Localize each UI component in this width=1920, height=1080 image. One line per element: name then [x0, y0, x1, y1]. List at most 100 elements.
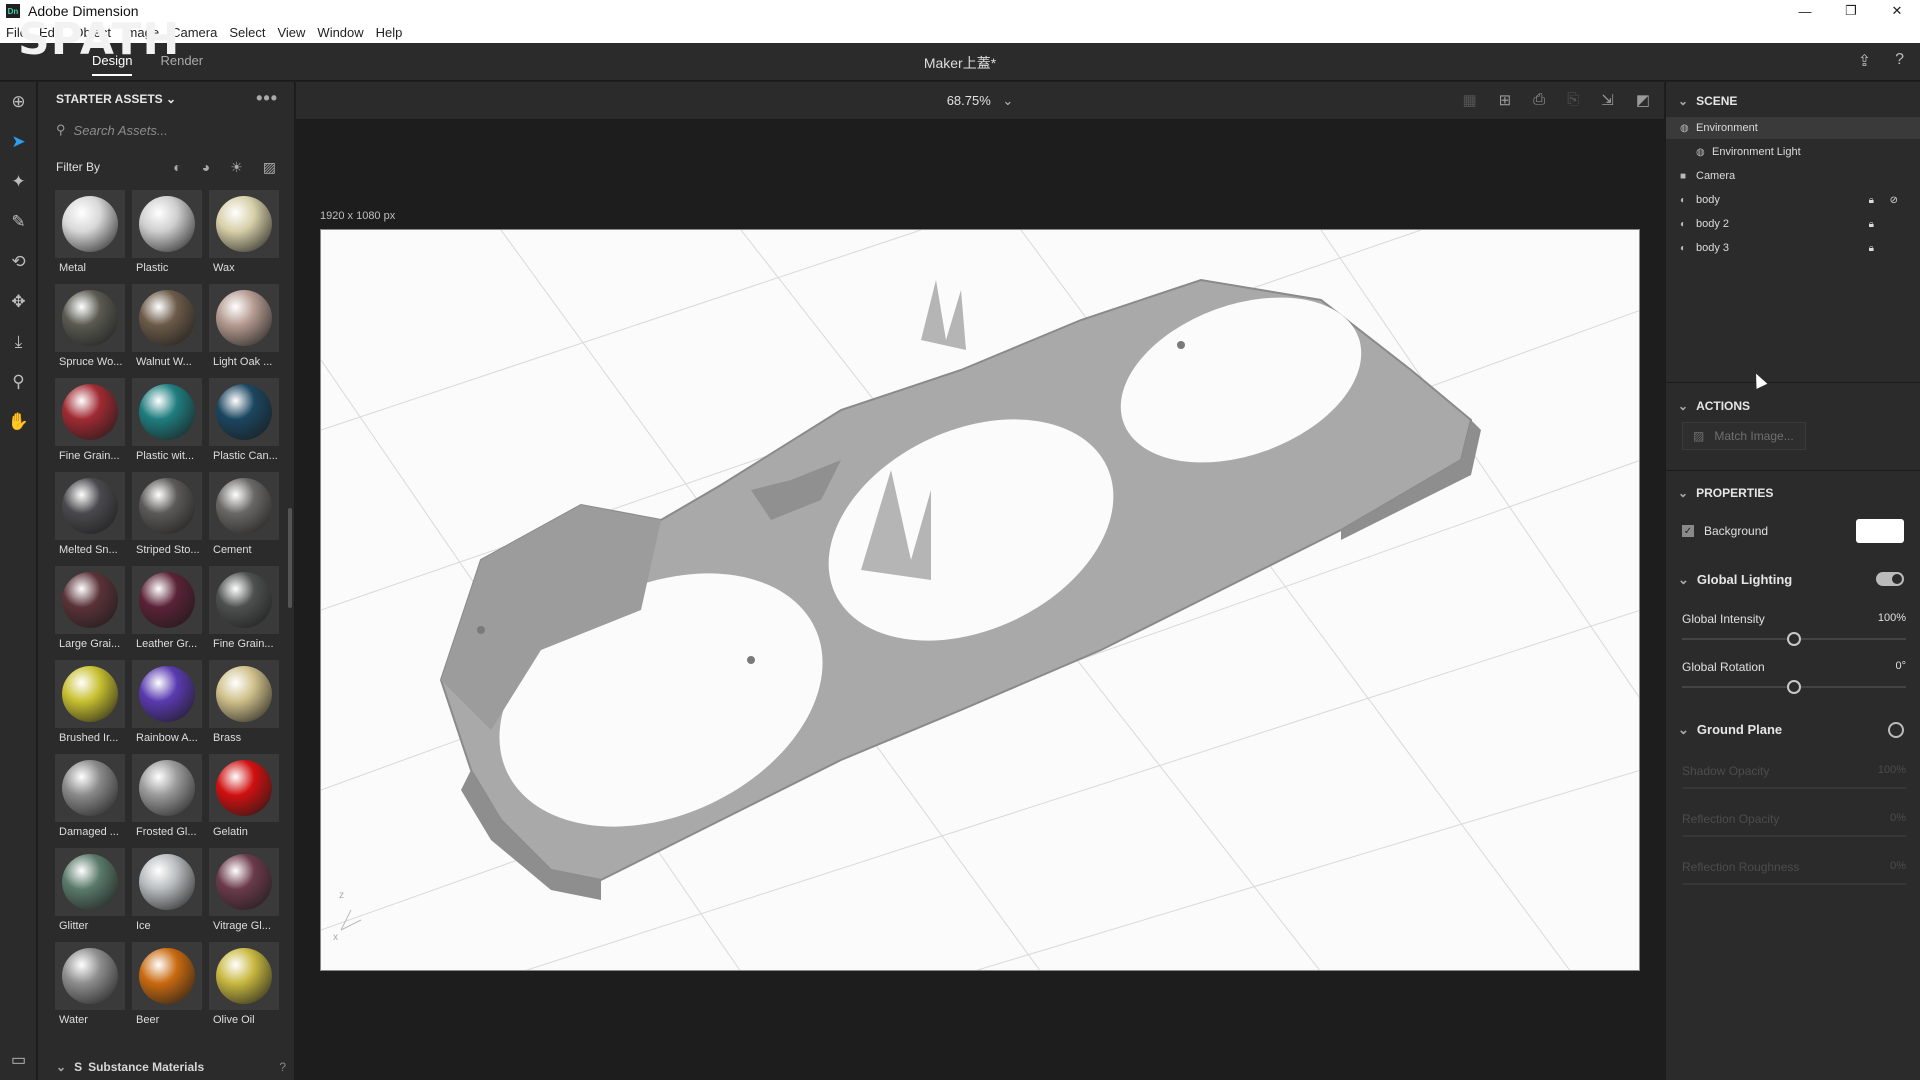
- material-tile[interactable]: Gelatin: [209, 754, 279, 848]
- filter-models-icon[interactable]: ◐: [173, 159, 181, 176]
- scene-item-body[interactable]: ◐ body 🔒︎ ⊘: [1680, 194, 1910, 206]
- material-tile[interactable]: Brass: [209, 660, 279, 754]
- scene-section-header[interactable]: ⌄ SCENE: [1678, 94, 1737, 108]
- slider-knob[interactable]: [1787, 680, 1801, 694]
- filter-images-icon[interactable]: ▨: [263, 159, 276, 176]
- material-tile[interactable]: Olive Oil: [209, 942, 279, 1036]
- global-lighting-header[interactable]: ⌄ Global Lighting: [1678, 572, 1792, 588]
- material-tile[interactable]: Rainbow A...: [132, 660, 202, 754]
- zoom-control[interactable]: 68.75% ⌄: [296, 93, 1664, 109]
- material-tile[interactable]: Cement: [209, 472, 279, 566]
- help-icon[interactable]: ?: [279, 1060, 286, 1074]
- render-preview-icon[interactable]: ◩: [1636, 91, 1650, 109]
- background-checkbox[interactable]: ✓: [1682, 525, 1694, 537]
- ground-plane-header[interactable]: ⌄ Ground Plane: [1678, 722, 1782, 738]
- scene-item-body-2[interactable]: ◐ body 2 🔒︎: [1680, 218, 1910, 230]
- material-label: Damaged ...: [59, 826, 119, 838]
- global-lighting-toggle[interactable]: [1876, 572, 1904, 586]
- move-icon[interactable]: ✥: [0, 282, 37, 322]
- material-label: Frosted Gl...: [136, 826, 197, 838]
- magic-wand-icon[interactable]: ✦: [0, 162, 37, 202]
- global-rotation-slider[interactable]: [1682, 680, 1906, 694]
- material-tile[interactable]: Leather Gr...: [132, 566, 202, 660]
- lock-icon[interactable]: 🔒︎: [1869, 219, 1874, 230]
- material-tile[interactable]: Fine Grain...: [209, 566, 279, 660]
- shadow-opacity-value: 100%: [1877, 764, 1906, 776]
- substance-materials-section[interactable]: ⌄ S Substance Materials ?: [56, 1054, 286, 1080]
- material-tile[interactable]: Damaged ...: [55, 754, 125, 848]
- match-image-button[interactable]: ▨ Match Image...: [1682, 422, 1806, 450]
- material-tile[interactable]: Vitrage Gl...: [209, 848, 279, 942]
- assets-panel: STARTER ASSETS ⌄ ••• ⚲ Search Assets... …: [38, 82, 295, 1080]
- frame-icon[interactable]: ▦: [1462, 91, 1476, 109]
- scene-item-body-3[interactable]: ◐ body 3 🔒︎: [1680, 242, 1910, 254]
- slider-knob[interactable]: [1787, 632, 1801, 646]
- actions-section-header[interactable]: ⌄ ACTIONS: [1678, 399, 1750, 413]
- drop-to-ground-icon[interactable]: ⤓: [0, 322, 37, 362]
- minimize-icon[interactable]: —: [1782, 0, 1828, 22]
- menu-select[interactable]: Select: [229, 25, 265, 40]
- 3d-viewport[interactable]: z x: [320, 229, 1640, 971]
- material-tile[interactable]: Large Grai...: [55, 566, 125, 660]
- material-tile[interactable]: Plastic Can...: [209, 378, 279, 472]
- material-tile[interactable]: Ice: [132, 848, 202, 942]
- orbit-icon[interactable]: ⟲: [0, 242, 37, 282]
- properties-section-header[interactable]: ⌄ PROPERTIES: [1678, 486, 1773, 500]
- menu-view[interactable]: View: [277, 25, 305, 40]
- background-color-swatch[interactable]: [1856, 519, 1904, 543]
- restore-icon[interactable]: ❐: [1828, 0, 1874, 22]
- chevron-down-icon: ⌄: [1678, 94, 1689, 108]
- material-thumbnail: [209, 284, 279, 352]
- filter-lights-icon[interactable]: ☀: [230, 159, 243, 176]
- scene-item-camera[interactable]: ■ Camera: [1680, 170, 1910, 182]
- material-tile[interactable]: Plastic: [132, 190, 202, 284]
- ground-plane-toggle[interactable]: [1888, 722, 1904, 738]
- share-icon[interactable]: ⇪: [1858, 51, 1871, 71]
- scene-item-environment[interactable]: ◍ Environment: [1666, 117, 1920, 139]
- zoom-icon[interactable]: ⚲: [0, 362, 37, 402]
- hidden-eye-icon[interactable]: ⊘: [1890, 195, 1898, 206]
- canvas-toolbar: 68.75% ⌄ ▦ ⊞ ⎙ ⎘ ⇲ ◩: [296, 82, 1664, 120]
- material-thumbnail: [55, 660, 125, 728]
- select-tool-icon[interactable]: ➤: [0, 122, 37, 162]
- material-tile[interactable]: Walnut W...: [132, 284, 202, 378]
- more-options-icon[interactable]: •••: [256, 88, 278, 109]
- material-tile[interactable]: Light Oak ...: [209, 284, 279, 378]
- material-tile[interactable]: Plastic wit...: [132, 378, 202, 472]
- global-intensity-slider[interactable]: [1682, 632, 1906, 646]
- material-tile[interactable]: Metal: [55, 190, 125, 284]
- eyedropper-icon[interactable]: ✎: [0, 202, 37, 242]
- help-icon[interactable]: ?: [1895, 51, 1904, 71]
- starter-assets-header[interactable]: STARTER ASSETS ⌄ •••: [38, 82, 294, 116]
- search-assets-input[interactable]: ⚲ Search Assets...: [38, 116, 294, 144]
- material-sphere-icon: [62, 196, 118, 252]
- filter-materials-icon[interactable]: ◕: [202, 159, 210, 176]
- material-tile[interactable]: Melted Sn...: [55, 472, 125, 566]
- material-tile[interactable]: Beer: [132, 942, 202, 1036]
- menu-help[interactable]: Help: [376, 25, 403, 40]
- material-tile[interactable]: Striped Sto...: [132, 472, 202, 566]
- assets-scrollbar[interactable]: [288, 508, 292, 608]
- scene-item-environment-light[interactable]: ◍ Environment Light: [1696, 146, 1920, 158]
- material-tile[interactable]: Frosted Gl...: [132, 754, 202, 848]
- fit-view-icon[interactable]: ⊞: [1499, 91, 1512, 109]
- material-tile[interactable]: Brushed Ir...: [55, 660, 125, 754]
- material-tile[interactable]: Glitter: [55, 848, 125, 942]
- add-icon[interactable]: ⊕: [0, 82, 37, 122]
- material-tile[interactable]: Wax: [209, 190, 279, 284]
- close-icon[interactable]: ✕: [1874, 0, 1920, 22]
- undo-camera-icon[interactable]: ⎘: [1567, 91, 1579, 109]
- hand-icon[interactable]: ✋: [0, 402, 37, 442]
- camera-bookmark-icon[interactable]: ⎙: [1533, 91, 1545, 109]
- actions-title: ACTIONS: [1696, 399, 1751, 413]
- panel-toggle-icon[interactable]: ▭: [0, 1050, 37, 1070]
- menu-window[interactable]: Window: [317, 25, 363, 40]
- redo-camera-icon[interactable]: ⇲: [1601, 91, 1614, 109]
- axis-gizmo: z x: [333, 890, 362, 943]
- material-sphere-icon: [139, 196, 195, 252]
- material-tile[interactable]: Fine Grain...: [55, 378, 125, 472]
- lock-icon[interactable]: 🔒︎: [1869, 243, 1874, 254]
- material-tile[interactable]: Spruce Wo...: [55, 284, 125, 378]
- lock-icon[interactable]: 🔒︎: [1869, 195, 1874, 206]
- material-tile[interactable]: Water: [55, 942, 125, 1036]
